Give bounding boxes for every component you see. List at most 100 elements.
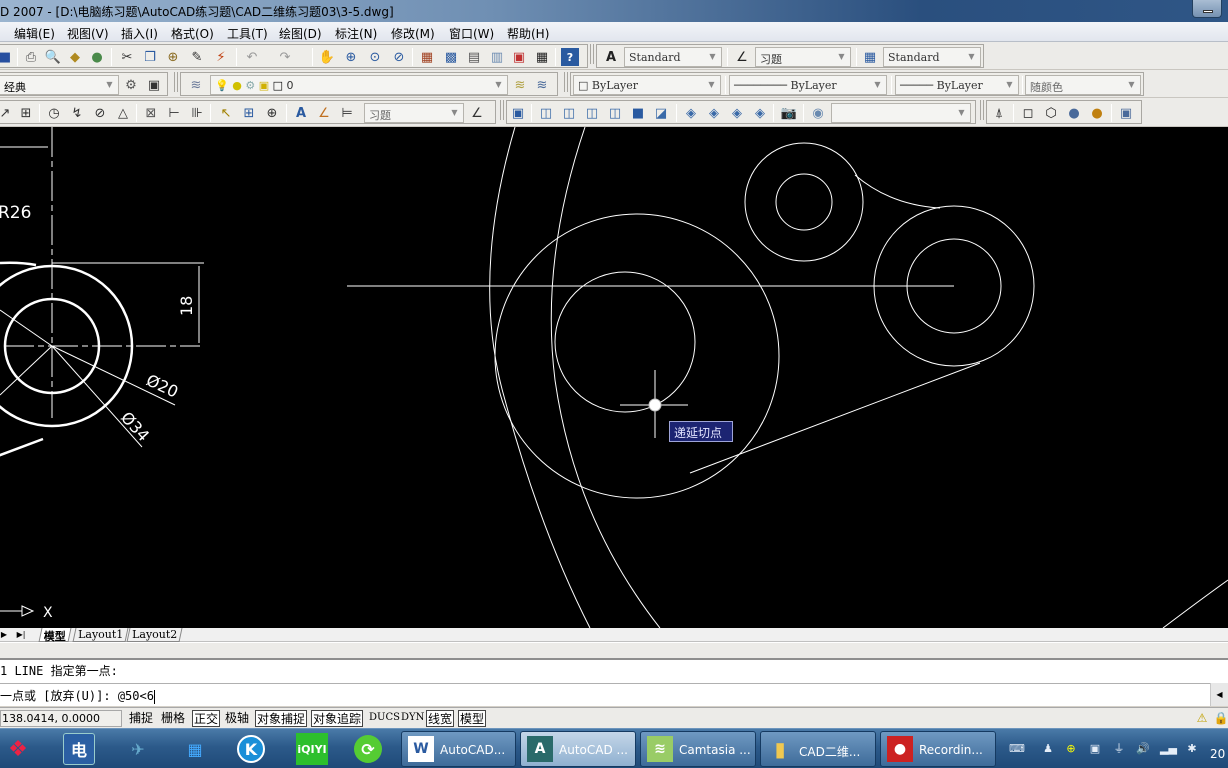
back-view-icon[interactable]: ◪ xyxy=(652,104,670,122)
text-style-select[interactable]: Standard ▼ xyxy=(624,47,722,67)
command-input[interactable]: @50<6 xyxy=(118,689,154,703)
lineweight-toggle[interactable]: 线宽 xyxy=(426,710,455,727)
grid-toggle[interactable]: 栅格 xyxy=(160,710,186,727)
visual-style-manager-icon[interactable]: ▣ xyxy=(1117,104,1135,122)
tab-layout2[interactable]: Layout2 xyxy=(126,628,183,642)
polar-toggle[interactable]: 极轴 xyxy=(224,710,250,727)
ortho-toggle[interactable]: 正交 xyxy=(192,710,221,727)
command-input-line[interactable]: 一点或 [放弃(U)]: @50<6 xyxy=(0,683,1210,706)
dim-update-icon[interactable]: ⊨ xyxy=(338,104,356,122)
publish-icon[interactable]: ◆ xyxy=(66,48,84,66)
dim-text-edit-icon[interactable]: ∠ xyxy=(315,104,333,122)
se-iso-icon[interactable]: ◈ xyxy=(705,104,723,122)
menu-modify[interactable]: 修改(M) xyxy=(391,25,435,42)
lineweight-select[interactable]: ───── ByLayer ▼ xyxy=(895,75,1019,95)
dim-jogged-icon[interactable]: ↯ xyxy=(68,104,86,122)
power-plug-icon[interactable]: ⏚ xyxy=(1111,741,1127,757)
workspace-settings-icon[interactable]: ⚙ xyxy=(122,76,140,94)
bluetooth-icon[interactable]: ✱ xyxy=(1184,741,1200,757)
toolbar-grip[interactable] xyxy=(564,72,568,92)
menu-view[interactable]: 视图(V) xyxy=(67,25,109,42)
plot-style-select[interactable]: 随颜色 ▼ xyxy=(1025,75,1141,95)
tab-layout1[interactable]: Layout1 xyxy=(72,628,129,642)
front-view-icon[interactable]: ■ xyxy=(629,104,647,122)
zoom-window-icon[interactable]: ⊙ xyxy=(366,48,384,66)
iqiyi-icon[interactable]: iQIYI xyxy=(296,733,328,765)
properties-icon[interactable]: ▦ xyxy=(418,48,436,66)
clock[interactable]: 20 xyxy=(1210,747,1225,761)
sheet-set-icon[interactable]: ▥ xyxy=(488,48,506,66)
last-tab-icon[interactable]: ▶| xyxy=(14,629,28,641)
left-view-icon[interactable]: ◫ xyxy=(583,104,601,122)
quick-dim-icon[interactable]: ⊠ xyxy=(142,104,160,122)
command-splitter[interactable] xyxy=(0,642,1228,660)
hidden-style-icon[interactable]: ● xyxy=(1065,104,1083,122)
security-plus-icon[interactable]: ⊕ xyxy=(1063,741,1079,757)
minimize-button[interactable] xyxy=(1192,0,1222,18)
otrack-toggle[interactable]: 对象追踪 xyxy=(311,710,364,727)
toolbar-grip[interactable] xyxy=(980,100,984,120)
toolbar-lock-icon[interactable]: 🔒 xyxy=(1213,710,1228,726)
dim-continue-icon[interactable]: ⊪ xyxy=(188,104,206,122)
ucs-icon[interactable]: ⍋ xyxy=(990,104,1008,122)
layer-select[interactable]: 💡 ● ⚙ ▣ □ 0 ▼ xyxy=(210,75,508,95)
menu-window[interactable]: 窗口(W) xyxy=(449,25,494,42)
undo-icon[interactable]: ↶ xyxy=(243,48,261,66)
refresh-app-icon[interactable]: ⟳ xyxy=(354,735,382,763)
sw-iso-icon[interactable]: ◈ xyxy=(682,104,700,122)
taskbar-item-recorder[interactable]: ● Recordin... xyxy=(880,731,996,767)
menu-help[interactable]: 帮助(H) xyxy=(507,25,549,42)
model-toggle[interactable]: 模型 xyxy=(458,710,487,727)
menu-dimension[interactable]: 标注(N) xyxy=(335,25,377,42)
redo-icon[interactable]: ↷ xyxy=(276,48,294,66)
dim-diameter-icon[interactable]: ⊘ xyxy=(91,104,109,122)
linetype-select[interactable]: ──────── ByLayer ▼ xyxy=(729,75,887,95)
keyboard-icon[interactable]: ⌨ xyxy=(1009,741,1025,757)
dim-style-select[interactable]: 习题 ▼ xyxy=(755,47,851,67)
coordinate-display[interactable]: 138.0414, 0.0000 xyxy=(0,710,122,727)
dim-style-icon[interactable]: ∠ xyxy=(733,48,751,66)
menu-format[interactable]: 格式(O) xyxy=(171,25,214,42)
design-center-icon[interactable]: ▩ xyxy=(442,48,460,66)
viewport-icon[interactable]: ◉ xyxy=(809,104,827,122)
tab-model[interactable]: 模型 xyxy=(38,628,72,643)
ducs-toggle[interactable]: DUCS xyxy=(368,710,401,727)
start-orb-icon[interactable]: ❖ xyxy=(2,733,34,765)
ne-iso-icon[interactable]: ◈ xyxy=(728,104,746,122)
3d-dwf-icon[interactable]: ● xyxy=(88,48,106,66)
taskbar-item-autocad[interactable]: A AutoCAD ... xyxy=(520,731,636,767)
k-app-icon[interactable]: K xyxy=(237,735,265,763)
save-icon[interactable]: ■ xyxy=(0,48,14,66)
snap-toggle[interactable]: 捕捉 xyxy=(128,710,154,727)
copy-icon[interactable]: ❐ xyxy=(141,48,159,66)
dyn-toggle[interactable]: DYN xyxy=(400,710,425,727)
text-style-icon[interactable]: A xyxy=(602,48,620,66)
taskbar-item-camtasia[interactable]: ≋ Camtasia ... xyxy=(640,731,756,767)
markup-icon[interactable]: ▣ xyxy=(510,48,528,66)
zoom-previous-icon[interactable]: ⊘ xyxy=(390,48,408,66)
menu-draw[interactable]: 绘图(D) xyxy=(279,25,322,42)
osnap-toggle[interactable]: 对象捕捉 xyxy=(255,710,308,727)
scroll-left-icon[interactable]: ◀ xyxy=(1210,683,1228,706)
layer-manager-icon[interactable]: ≋ xyxy=(187,76,205,94)
dim-edit-icon[interactable]: A xyxy=(292,104,310,122)
match-properties-icon[interactable]: ✎ xyxy=(188,48,206,66)
volume-icon[interactable]: 🔊 xyxy=(1135,741,1151,757)
menu-insert[interactable]: 插入(I) xyxy=(121,25,158,42)
tolerance-icon[interactable]: ⊞ xyxy=(240,104,258,122)
menu-edit[interactable]: 编辑(E) xyxy=(14,25,55,42)
toolbar-grip[interactable] xyxy=(174,72,178,92)
menu-tools[interactable]: 工具(T) xyxy=(227,25,268,42)
drawing-canvas[interactable]: R26 18 Ø20 Ø34 X 递延切点 xyxy=(0,127,1228,628)
dim-baseline-icon[interactable]: ⊢ xyxy=(165,104,183,122)
print-preview-icon[interactable]: 🔍 xyxy=(44,48,62,66)
named-views-icon[interactable]: ▣ xyxy=(509,104,527,122)
dim-angular-icon[interactable]: △ xyxy=(114,104,132,122)
dim-ordinate-icon[interactable]: ⊞ xyxy=(17,104,35,122)
dim-radius-icon[interactable]: ◷ xyxy=(45,104,63,122)
network-computer-icon[interactable]: ▣ xyxy=(1087,741,1103,757)
view-select[interactable]: ▼ xyxy=(831,103,971,123)
help-icon[interactable]: ? xyxy=(561,48,579,66)
dim-style-manager-icon[interactable]: ∠ xyxy=(468,104,486,122)
table-style-select[interactable]: Standard ▼ xyxy=(883,47,981,67)
